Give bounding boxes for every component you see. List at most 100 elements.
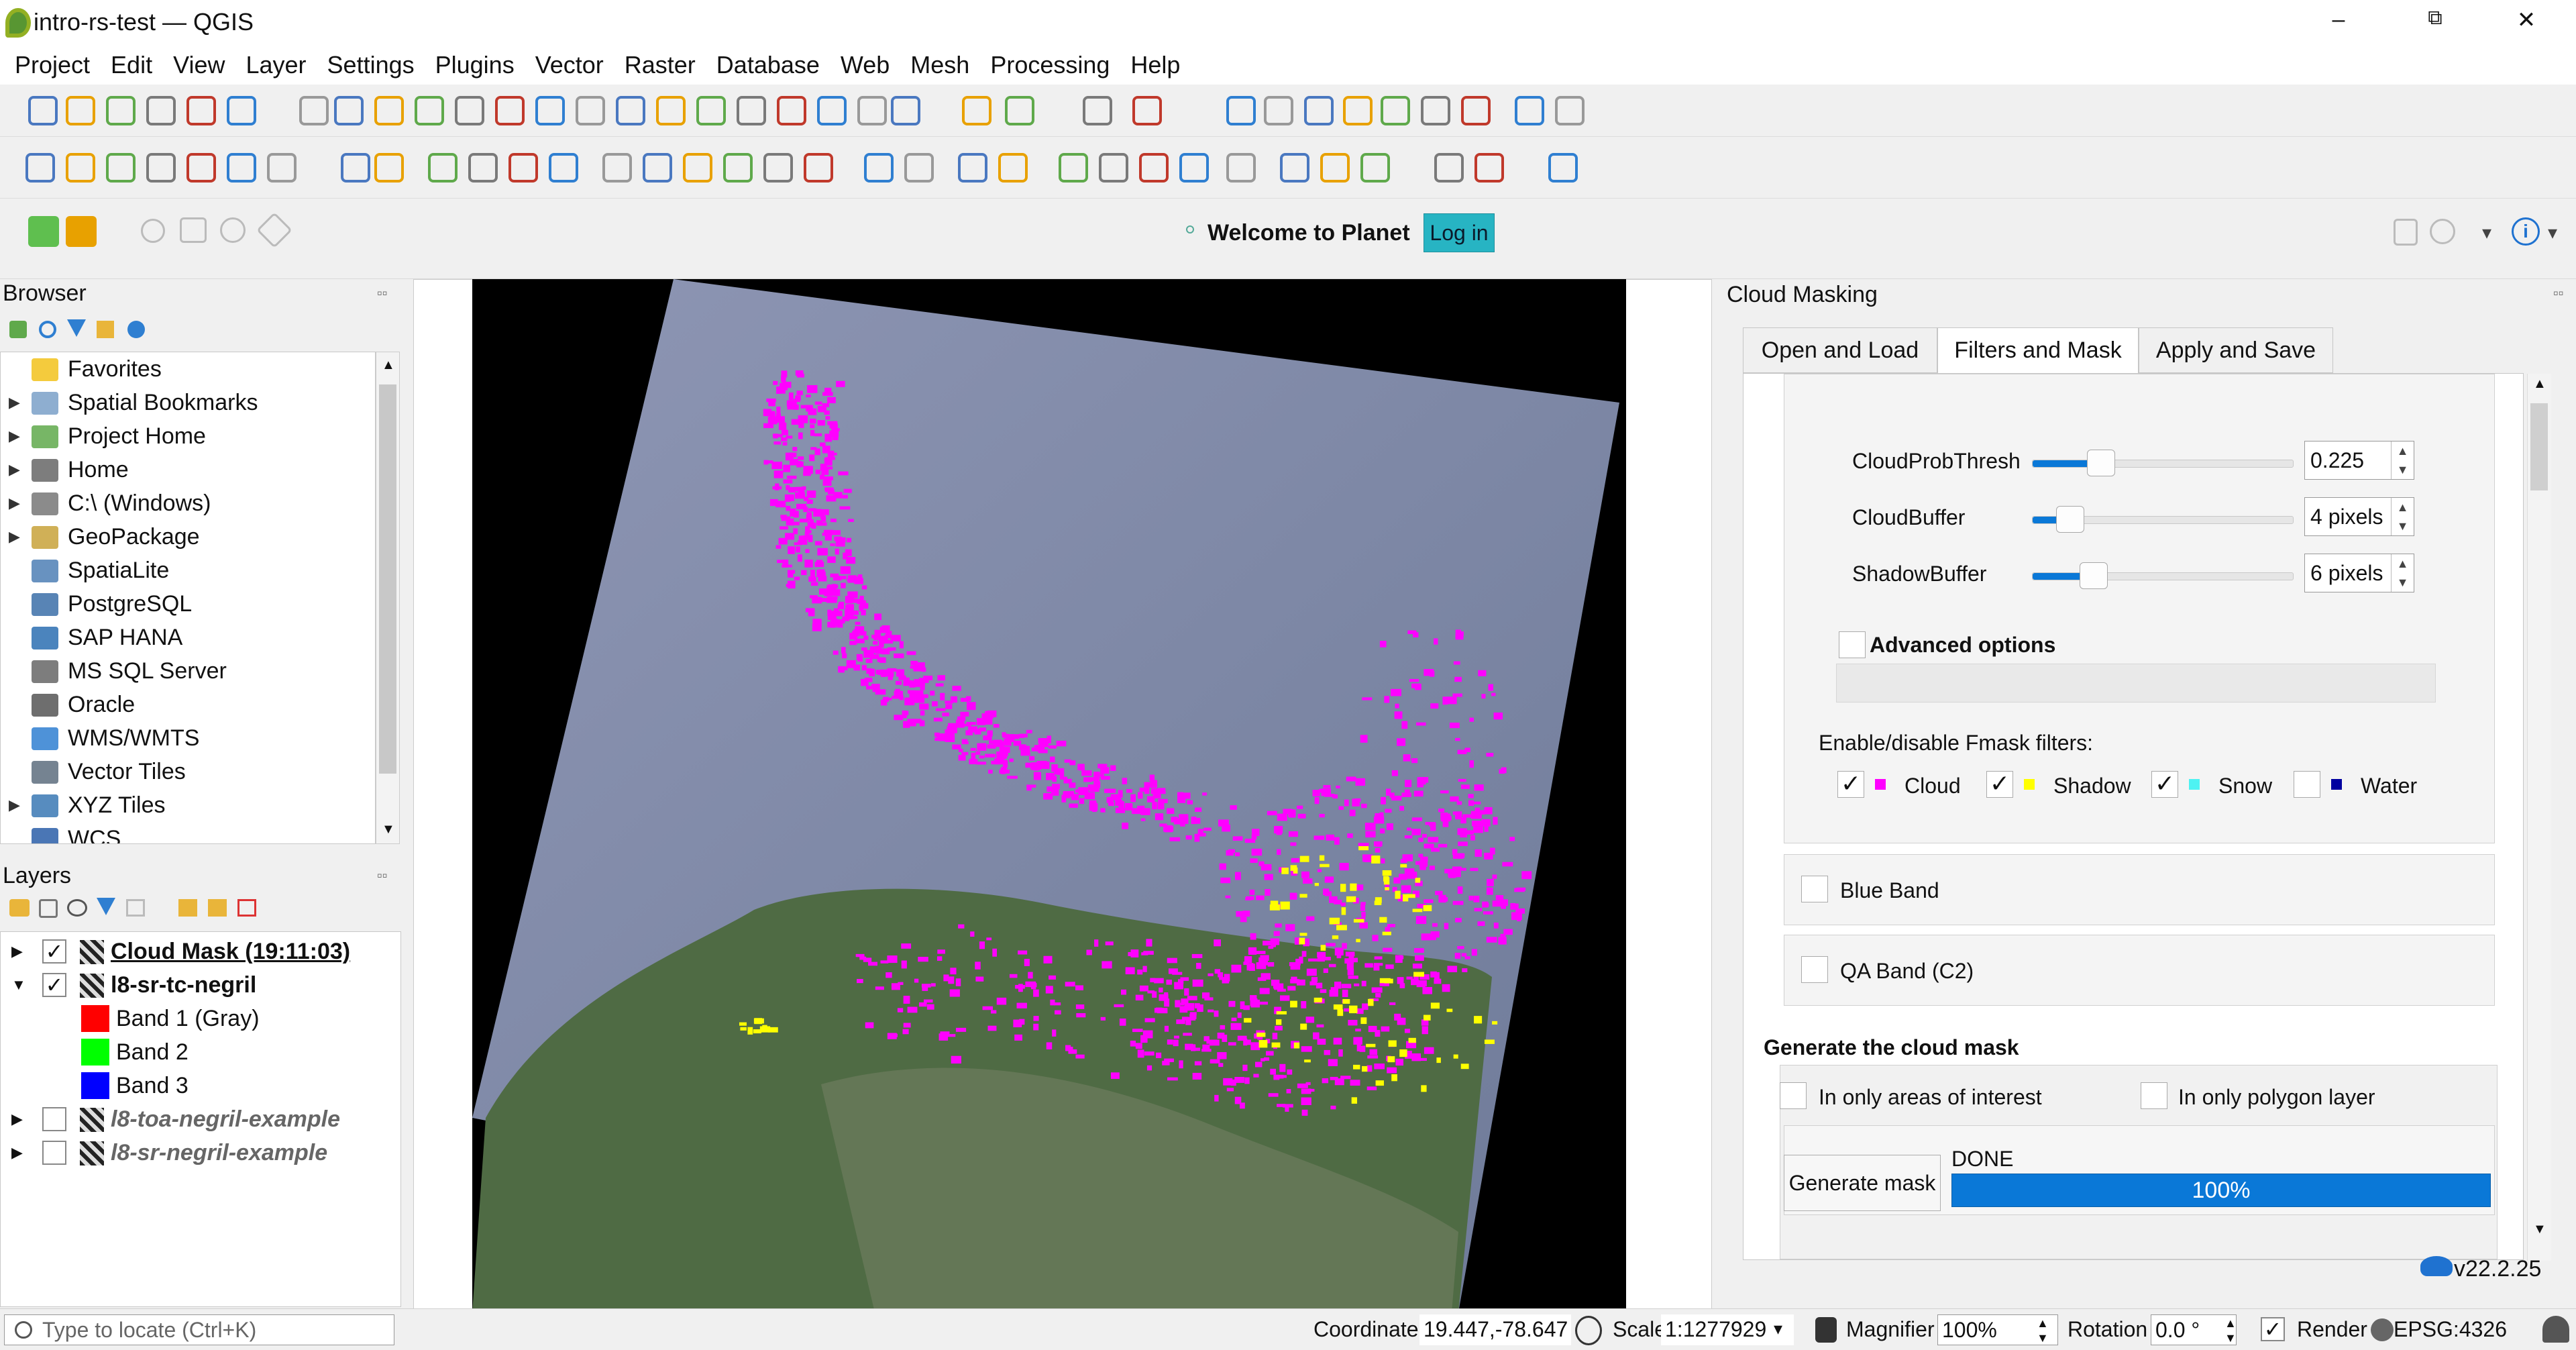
browser-item-geopackage[interactable]: ▶ GeoPackage bbox=[1, 520, 375, 554]
undo-icon[interactable] bbox=[723, 153, 753, 183]
page-scroll-down-icon[interactable]: ▼ bbox=[2533, 1222, 2546, 1237]
style-icon[interactable] bbox=[9, 899, 30, 917]
filter-checkbox[interactable]: ✓ bbox=[1837, 771, 1864, 798]
band-legend-item[interactable]: Band 3 bbox=[1, 1069, 400, 1102]
save-as-icon[interactable] bbox=[146, 96, 176, 125]
close-button[interactable]: ✕ bbox=[2506, 7, 2546, 34]
redo-icon[interactable] bbox=[763, 153, 793, 183]
collapse-all-icon[interactable] bbox=[97, 321, 114, 338]
layer-visibility-checkbox[interactable] bbox=[42, 1141, 66, 1165]
layer-item[interactable]: ▼ ✓ l8-sr-tc-negril bbox=[1, 968, 400, 1002]
magnifier-stepper-icon[interactable]: ▲ ▼ bbox=[2037, 1316, 2049, 1345]
python-icon[interactable] bbox=[1320, 153, 1350, 183]
browser-item-spatialite[interactable]: SpatiaLite bbox=[1, 554, 375, 587]
map-tips-icon[interactable] bbox=[1381, 96, 1410, 125]
layer-item[interactable]: ▶ l8-toa-negril-example bbox=[1, 1102, 400, 1136]
add-mesh-icon[interactable] bbox=[267, 153, 297, 183]
browser-item-project-home[interactable]: ▶ Project Home bbox=[1, 419, 375, 453]
page-scroll-thumb[interactable] bbox=[2530, 403, 2548, 490]
map-icon[interactable] bbox=[180, 217, 207, 243]
pin-label-icon[interactable] bbox=[864, 153, 894, 183]
remove-layer-icon[interactable] bbox=[237, 899, 256, 917]
browser-item-wms-wmts[interactable]: WMS/WMTS bbox=[1, 721, 375, 755]
coordinate-field[interactable]: 19.447,-78.647 bbox=[1419, 1314, 1571, 1345]
temporal-icon[interactable] bbox=[777, 96, 806, 125]
zoom-selection-icon[interactable] bbox=[495, 96, 525, 125]
browser-item-ms-sql-server[interactable]: MS SQL Server bbox=[1, 654, 375, 688]
pencil-icon[interactable] bbox=[256, 212, 292, 248]
expand-arrow-icon[interactable]: ▶ bbox=[9, 419, 20, 453]
minimize-button[interactable]: – bbox=[2318, 7, 2359, 33]
deselect-icon[interactable] bbox=[891, 96, 920, 125]
menu-processing[interactable]: Processing bbox=[982, 48, 1122, 82]
layers-panel-close-icon[interactable]: ▫▫ bbox=[377, 867, 388, 884]
messages-icon[interactable] bbox=[2542, 1316, 2569, 1343]
pan-to-selection-icon[interactable] bbox=[334, 96, 364, 125]
filter-checkbox[interactable]: ✓ bbox=[2151, 771, 2178, 798]
browser-item-xyz-tiles[interactable]: ▶ XYZ Tiles bbox=[1, 788, 375, 822]
copy-icon[interactable] bbox=[643, 153, 672, 183]
save-edits-icon[interactable] bbox=[428, 153, 458, 183]
expand-arrow-icon[interactable]: ▶ bbox=[9, 520, 20, 554]
layer-visibility-checkbox[interactable]: ✓ bbox=[42, 939, 66, 964]
areas-of-interest-checkbox[interactable] bbox=[1780, 1082, 1807, 1109]
lock-icon[interactable] bbox=[1815, 1317, 1837, 1343]
expand-arrow-icon[interactable]: ▶ bbox=[11, 935, 23, 968]
advanced-options-checkbox[interactable] bbox=[1839, 631, 1866, 658]
menu-layer[interactable]: Layer bbox=[237, 48, 319, 82]
pin-icon[interactable] bbox=[220, 217, 246, 243]
layer-visibility-checkbox[interactable] bbox=[42, 1107, 66, 1131]
param-slider[interactable] bbox=[2032, 562, 2294, 589]
refresh-icon[interactable] bbox=[817, 96, 847, 125]
filter-icon[interactable] bbox=[67, 319, 86, 337]
spin-down-icon[interactable]: ▼ bbox=[2391, 460, 2414, 479]
statistics-icon[interactable] bbox=[1226, 96, 1256, 125]
delete-icon[interactable] bbox=[549, 153, 578, 183]
browser-scrollbar[interactable]: ▲ ▼ bbox=[376, 352, 400, 844]
menu-settings[interactable]: Settings bbox=[319, 48, 427, 82]
scroll-down-arrow-icon[interactable]: ▼ bbox=[382, 822, 395, 837]
slider-handle[interactable] bbox=[2087, 450, 2116, 476]
param-spinbox[interactable]: 6 pixels ▲ ▼ bbox=[2304, 554, 2414, 592]
gps-icon[interactable] bbox=[1280, 153, 1309, 183]
layer-visibility-checkbox[interactable]: ✓ bbox=[42, 973, 66, 997]
data-source-manager-icon[interactable] bbox=[25, 153, 55, 183]
label-abc-icon[interactable] bbox=[958, 153, 987, 183]
landsat-scene[interactable] bbox=[472, 279, 1626, 1312]
collapse-arrow-icon[interactable]: ▼ bbox=[11, 968, 26, 1002]
refresh-icon[interactable] bbox=[39, 321, 56, 338]
render-checkbox[interactable]: ✓ bbox=[2261, 1317, 2285, 1341]
manage-map-themes-icon[interactable] bbox=[67, 899, 87, 917]
menu-project[interactable]: Project bbox=[7, 48, 103, 82]
param-slider[interactable] bbox=[2032, 450, 2294, 476]
restore-button[interactable]: ⧉ bbox=[2415, 7, 2455, 30]
geodesic-icon[interactable] bbox=[1226, 153, 1256, 183]
new-shapefile-icon[interactable] bbox=[106, 153, 136, 183]
browser-item-postgresql[interactable]: PostgreSQL bbox=[1, 587, 375, 621]
open-project-icon[interactable] bbox=[1515, 96, 1544, 125]
mouse-toggle-icon[interactable] bbox=[1575, 1316, 1602, 1345]
scroll-up-arrow-icon[interactable]: ▲ bbox=[382, 358, 395, 373]
print-layout-icon[interactable] bbox=[186, 96, 216, 125]
zoom-in-icon[interactable] bbox=[374, 96, 404, 125]
info-dropdown-chevron-icon[interactable]: ▾ bbox=[2548, 221, 2557, 244]
polygon-layer-checkbox[interactable] bbox=[2141, 1082, 2167, 1109]
menu-database[interactable]: Database bbox=[708, 48, 833, 82]
filter-checkbox[interactable] bbox=[2294, 771, 2320, 798]
zoom-full-icon[interactable] bbox=[455, 96, 484, 125]
crs-globe-icon[interactable] bbox=[2371, 1318, 2394, 1341]
show-labels-icon[interactable] bbox=[1139, 153, 1169, 183]
zoom-out-icon[interactable] bbox=[415, 96, 444, 125]
scale-dropdown-icon[interactable]: ▾ bbox=[1774, 1318, 1782, 1339]
locator-icon[interactable] bbox=[1421, 96, 1450, 125]
expand-arrow-icon[interactable]: ▶ bbox=[9, 386, 20, 419]
add-group-icon[interactable] bbox=[39, 899, 58, 918]
tasks-icon[interactable] bbox=[2394, 219, 2418, 246]
user-dropdown-chevron-icon[interactable]: ▾ bbox=[2482, 221, 2491, 244]
param-spinbox[interactable]: 4 pixels ▲ ▼ bbox=[2304, 497, 2414, 536]
layer-item[interactable]: ▶ l8-sr-negril-example bbox=[1, 1136, 400, 1170]
spin-up-icon[interactable]: ▲ bbox=[2391, 554, 2414, 573]
crs-label[interactable]: EPSG:4326 bbox=[2394, 1317, 2507, 1342]
add-point-icon[interactable] bbox=[468, 153, 498, 183]
label-icon[interactable] bbox=[804, 153, 833, 183]
